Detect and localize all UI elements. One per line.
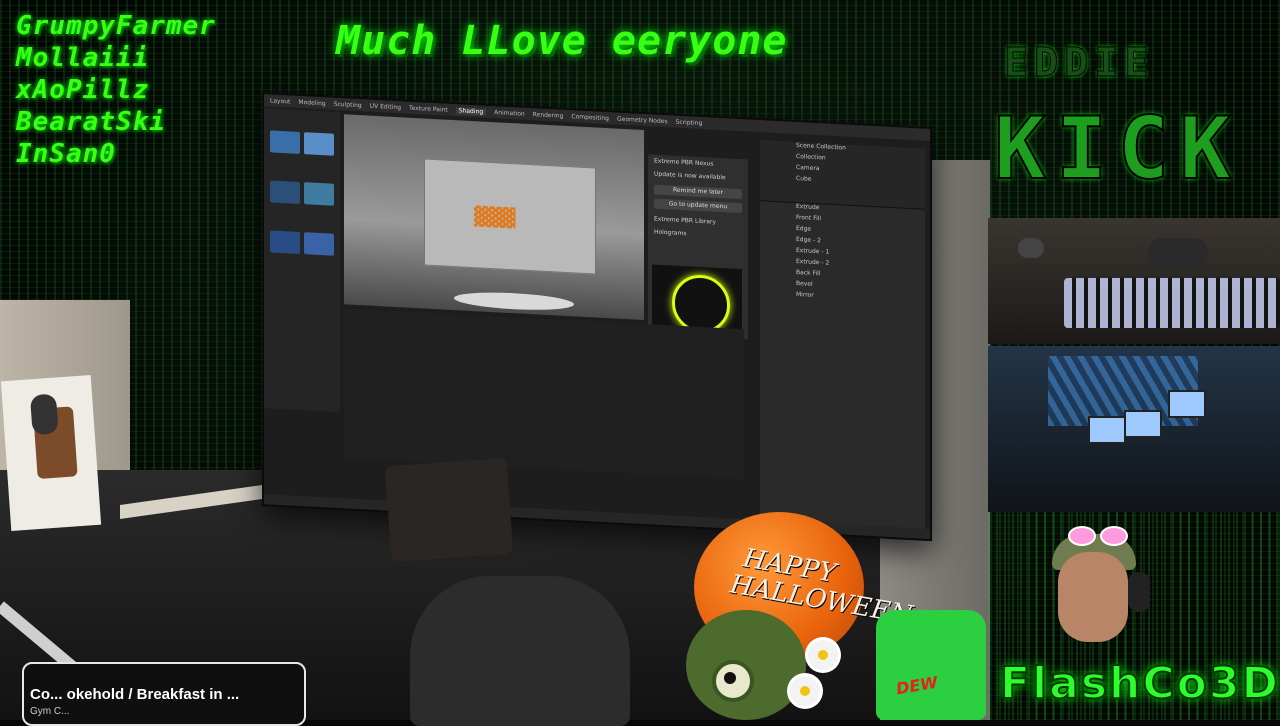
face-cam: FlashCo3D	[988, 512, 1280, 720]
display-disc	[454, 290, 574, 313]
asset-thumbnail[interactable]	[304, 232, 334, 256]
properties-panel: Scene Collection Collection Camera Cube …	[760, 140, 925, 529]
tab-uv-editing[interactable]: UV Editing	[370, 102, 401, 111]
banner-text: Much LLove eeryone	[336, 18, 788, 64]
tab-animation[interactable]: Animation	[494, 109, 525, 118]
chat-name: xAoPillz	[16, 75, 150, 105]
now-playing-subtitle: Gym C...	[30, 706, 70, 717]
3d-viewport[interactable]: ▓▓▓	[344, 114, 644, 321]
streamer-face	[1058, 552, 1128, 642]
mouse	[1018, 238, 1044, 258]
asset-thumbnail[interactable]	[304, 132, 334, 156]
game-controller	[1148, 238, 1208, 268]
tab-layout[interactable]: Layout	[270, 97, 290, 105]
now-playing-card: Co... okehold / Breakfast in ... Gym C..…	[22, 662, 306, 726]
blender-monitor: Layout Modeling Sculpting UV Editing Tex…	[262, 92, 932, 542]
tab-sculpting[interactable]: Sculpting	[334, 100, 362, 108]
asset-thumbnail[interactable]	[270, 230, 300, 254]
tab-compositing[interactable]: Compositing	[571, 113, 609, 122]
daisy-flower	[790, 676, 820, 706]
tab-geometry-nodes[interactable]: Geometry Nodes	[617, 115, 668, 125]
room-cam	[988, 346, 1280, 512]
tab-shading[interactable]: Shading	[455, 106, 487, 116]
update-menu-button[interactable]: Go to update menu	[654, 198, 742, 214]
room-monitor	[1168, 390, 1206, 418]
office-chair	[410, 576, 630, 726]
chat-names-list: GrumpyFarmer Mollaiii xAoPillz BearatSki…	[16, 10, 216, 170]
asset-thumbnail[interactable]	[270, 130, 300, 154]
party-glasses	[1068, 526, 1128, 546]
keyboard-cam	[988, 218, 1280, 344]
3d-logo: ▓▓▓	[474, 206, 516, 230]
file-browser-panel	[264, 108, 340, 413]
tab-rendering[interactable]: Rendering	[533, 111, 564, 120]
kick-logo: KICK	[993, 99, 1242, 199]
tab-scripting[interactable]: Scripting	[676, 118, 703, 126]
poster-figure	[29, 393, 59, 436]
tab-modeling[interactable]: Modeling	[298, 98, 325, 106]
outliner: Scene Collection Collection Camera Cube	[760, 140, 925, 210]
streamer-logo: FlashCo3D	[999, 657, 1280, 710]
remind-later-button[interactable]: Remind me later	[654, 184, 742, 200]
green-mug	[876, 610, 986, 720]
room-monitor	[1088, 416, 1126, 444]
asset-thumbnail[interactable]	[270, 180, 300, 204]
tab-texture-paint[interactable]: Texture Paint	[409, 104, 448, 113]
chat-name: BearatSki	[16, 107, 166, 137]
chat-name: Mollaiii	[16, 43, 150, 73]
asset-thumbnail[interactable]	[304, 182, 334, 206]
keyboard	[1064, 278, 1280, 328]
speaker	[384, 457, 514, 563]
chat-name: InSan0	[16, 139, 116, 169]
now-playing-title: Co... okehold / Breakfast in ...	[30, 686, 240, 703]
daisy-flower	[808, 640, 838, 670]
chat-name: GrumpyFarmer	[16, 11, 216, 41]
frog-pupil	[724, 672, 736, 684]
room-monitor	[1124, 410, 1162, 438]
shader-editor[interactable]	[344, 308, 744, 480]
kick-branding: EDDIE KICK	[988, 40, 1280, 220]
handle-text: EDDIE	[1003, 40, 1155, 87]
headset	[1128, 572, 1150, 612]
wall-poster	[0, 375, 102, 531]
